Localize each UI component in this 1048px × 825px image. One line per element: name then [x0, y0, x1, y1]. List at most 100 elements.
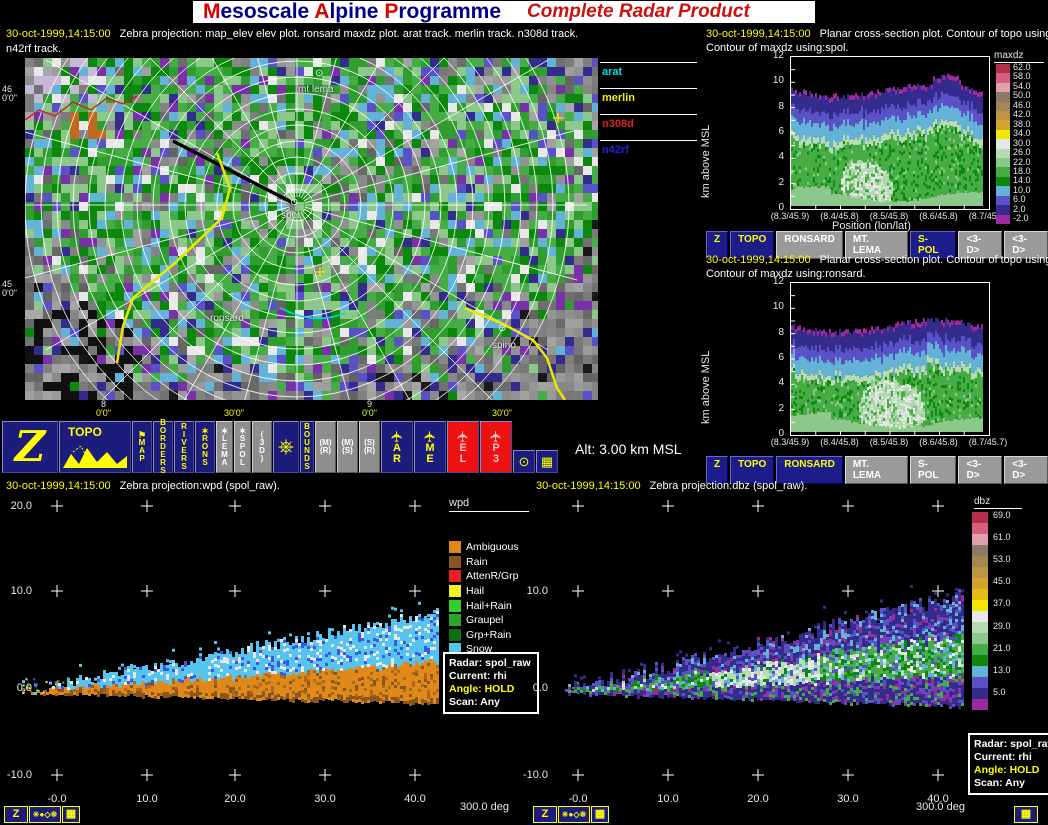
dbz-status-box: Radar: spol_rawCurrent: rhiAngle: HOLDSc…: [968, 733, 1048, 795]
xsec1-plot[interactable]: [790, 56, 990, 210]
zebra-logo-button[interactable]: Z: [2, 421, 58, 473]
dbz-timestamp: 30-oct-1999,14:15:00: [536, 480, 641, 492]
p3-track-button[interactable]: ✈P3: [480, 421, 512, 473]
aircraft-track-legend: aratmerlinn308dn42rf: [600, 62, 697, 166]
map-toolbar: ZTOPO⚑MAPBORDERSRIVERS✶RONS✶LEMA✶SPOL(3D…: [2, 420, 558, 473]
maxdz-color-scale: [996, 64, 1010, 224]
y-tick: 6: [762, 126, 784, 137]
x-tick: (8.6/45.8): [913, 437, 965, 447]
hydrometeor-symbols-button[interactable]: ✳●◇❊: [29, 806, 61, 823]
legend-swatch: [449, 541, 461, 553]
y-tick: 2: [762, 177, 784, 188]
arat-track-button[interactable]: ✈AR: [381, 421, 413, 473]
lon-label: 30'0": [224, 400, 244, 418]
x-tick: (8.3/45.9): [764, 437, 816, 447]
dbz-azimuth-readout: 300.0 deg: [916, 801, 965, 813]
airplane-icon: ✈: [489, 430, 502, 443]
legend-item-hail-rain: Hail+Rain: [449, 598, 523, 613]
legend-item-hail: Hail: [449, 584, 523, 599]
button--3-d-[interactable]: <3-D>: [1004, 456, 1048, 484]
grid-toggle-button[interactable]: ▦: [536, 450, 558, 473]
zebra-screen: Mesoscale Alpine Programme Complete Rada…: [0, 0, 1048, 825]
aircraft-legend-item-n308d: n308d: [600, 114, 697, 140]
legend-swatch: [449, 629, 461, 641]
legend-item-ambiguous: Ambiguous: [449, 540, 523, 555]
y-tick: 6: [762, 352, 784, 363]
grid-button[interactable]: ▦: [591, 806, 609, 823]
axis-tick: 10.0: [648, 793, 688, 805]
axis-tick: 30.0: [305, 793, 345, 805]
map-timestamp: 30-oct-1999,14:15:00: [6, 28, 111, 40]
airplane-icon: ✈: [423, 430, 436, 443]
lon-label: 90'0": [362, 400, 377, 418]
sr-overlay-button[interactable]: (S)(R): [359, 421, 380, 473]
button-mt-lema[interactable]: MT. LEMA: [845, 456, 908, 484]
electra-track-button[interactable]: ✈EL: [447, 421, 479, 473]
axis-tick: 10.0: [2, 585, 32, 597]
legend-swatch: [449, 600, 461, 612]
xsec2-timestamp: 30-oct-1999,14:15:00: [706, 254, 811, 266]
map-header-line2: n42rf track.: [6, 43, 61, 55]
axis-tick: 0.0: [518, 682, 548, 694]
lon-label: 80'0": [96, 400, 111, 418]
rivers-overlay-button[interactable]: RIVERS: [174, 421, 194, 473]
y-tick: 12: [762, 50, 784, 61]
wpd-rhi-display[interactable]: [14, 495, 440, 800]
aircraft-legend-item-arat: arat: [600, 62, 697, 88]
x-tick: (8.7/45.7): [962, 437, 1014, 447]
scale-label: 29.0: [993, 621, 1011, 631]
axis-tick: -0.0: [558, 793, 598, 805]
hydrometeor-symbols-button[interactable]: ✳●◇❊: [558, 806, 590, 823]
wpd-timestamp: 30-oct-1999,14:15:00: [6, 480, 111, 492]
axis-tick: 40.0: [395, 793, 435, 805]
bounds-button[interactable]: BOUNDS: [300, 421, 314, 473]
button-s-pol[interactable]: S-POL: [910, 456, 957, 484]
scale-label: 5.0: [993, 687, 1006, 697]
merlin-track-button[interactable]: ✈ME: [414, 421, 446, 473]
axis-tick: 20.0: [738, 793, 778, 805]
topo-button[interactable]: TOPO: [59, 421, 131, 473]
zebra-mini-button[interactable]: Z: [533, 806, 557, 823]
map-header: 30-oct-1999,14:15:00 Zebra projection: m…: [6, 28, 578, 40]
status-line: Angle: HOLD: [974, 764, 1048, 777]
button--3-d-[interactable]: <3-D>: [958, 456, 1002, 484]
xsec1-y-axis-title: km above MSL: [700, 78, 712, 198]
altitude-readout: Alt: 3.00 km MSL: [575, 441, 682, 457]
zebra-mini-button[interactable]: Z: [4, 806, 28, 823]
grid-button[interactable]: ▦: [1014, 806, 1038, 823]
axis-tick: 30.0: [828, 793, 868, 805]
y-tick: 4: [762, 151, 784, 162]
aircraft-legend-item-merlin: merlin: [600, 88, 697, 114]
mountain-icon: [63, 440, 127, 470]
dbz-header-text: Zebra projection:dbz (spol_raw).: [650, 480, 808, 492]
x-tick: (8.4/45.8): [814, 437, 866, 447]
mr-overlay-button[interactable]: (M)(R): [315, 421, 336, 473]
aircraft-legend-item-n42rf: n42rf: [600, 140, 697, 166]
scale-label: 69.0: [993, 510, 1011, 520]
scan-wheel-button[interactable]: ⎈: [273, 421, 299, 473]
xsec1-timestamp: 30-oct-1999,14:15:00: [706, 28, 811, 40]
xsec1-header-text: Planar cross-section plot. Contour of to…: [820, 28, 1048, 40]
ronsard-radar-button[interactable]: ✶RONS: [195, 421, 215, 473]
xsec2-plot[interactable]: [790, 282, 990, 436]
lat-label: 450'0": [2, 280, 17, 298]
scale-label: 21.0: [993, 643, 1011, 653]
grid-button[interactable]: ▦: [62, 806, 80, 823]
axis-tick: 0.0: [2, 682, 32, 694]
dbz-color-scale: [972, 512, 988, 710]
view-3d-button[interactable]: (3D): [252, 421, 272, 473]
spol-radar-button[interactable]: ✶SPOL: [234, 421, 251, 473]
legend-swatch: [449, 585, 461, 597]
dbz-rhi-display[interactable]: [550, 495, 965, 800]
y-tick: 10: [762, 301, 784, 312]
status-line: Radar: spol_raw: [449, 657, 533, 670]
borders-overlay-button[interactable]: BORDERS: [153, 421, 173, 473]
map-overlay-button[interactable]: ⚑MAP: [132, 421, 152, 473]
xsec2-header: 30-oct-1999,14:15:00 Planar cross-sectio…: [706, 254, 1048, 266]
lema-radar-button[interactable]: ✶LEMA: [216, 421, 233, 473]
y-tick: 2: [762, 403, 784, 414]
sweep-button[interactable]: ⊙: [513, 450, 535, 473]
status-line: Scan: Any: [974, 777, 1048, 790]
ms-overlay-button[interactable]: (M)(S): [337, 421, 358, 473]
legend-swatch: [449, 614, 461, 626]
